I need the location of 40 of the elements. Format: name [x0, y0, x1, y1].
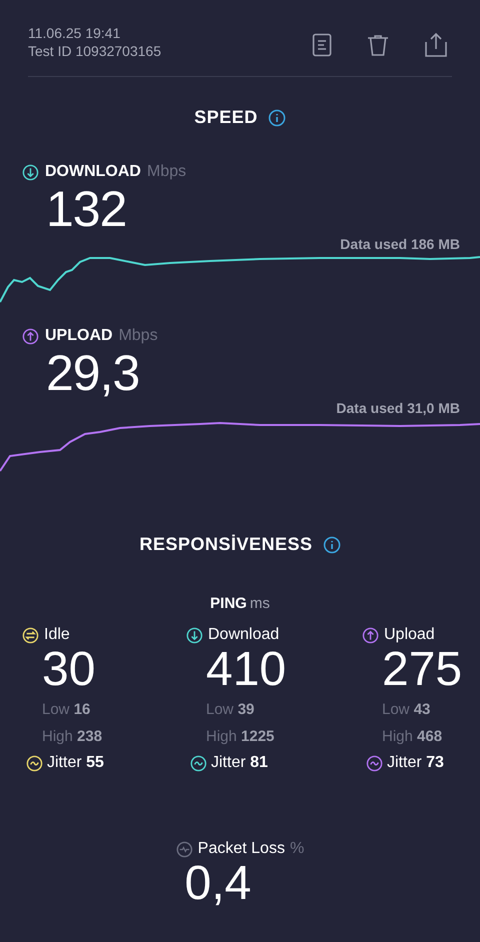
high-value: High 238: [41, 727, 102, 747]
jitter-value: Jitter 55: [47, 754, 104, 772]
speed-value: 29,3: [45, 346, 140, 400]
ping-label: Idle: [44, 626, 70, 644]
high-value: High 1225: [205, 727, 274, 747]
section-title: SPEED: [194, 107, 258, 128]
trash-icon[interactable]: [366, 32, 390, 56]
speed-value: 132: [45, 182, 128, 236]
measure-unit: Mbps: [146, 163, 186, 181]
ping-title: PING: [210, 595, 247, 612]
measure-label: UPLOAD: [45, 327, 113, 345]
high-value: High 468: [381, 727, 442, 747]
jitter-value: Jitter 81: [211, 754, 268, 772]
ping-value: 410: [205, 644, 286, 696]
low-value: Low 43: [381, 700, 430, 720]
packet-loss-label: Packet Loss: [198, 840, 285, 858]
ping-label: Download: [208, 626, 280, 644]
ping-unit: ms: [250, 595, 270, 612]
measure-label: DOWNLOAD: [45, 163, 141, 181]
measure-unit: Mbps: [118, 327, 158, 345]
download-icon: [22, 164, 39, 180]
ping-value: 30: [41, 644, 96, 696]
ping-label: Upload: [384, 626, 435, 644]
data-used: Data used 186 MB: [340, 236, 461, 252]
test-date: 11.06.25 19:41: [28, 25, 122, 42]
info-icon[interactable]: [322, 536, 341, 554]
info-icon[interactable]: [268, 108, 286, 126]
test-id: Test ID 10932703165: [28, 43, 162, 60]
low-value: Low 16: [41, 700, 90, 720]
jitter-value: Jitter 73: [387, 754, 444, 772]
data-used: Data used 31,0 MB: [336, 400, 461, 416]
upload-icon: [22, 328, 39, 344]
packet-loss-value: 0,4: [184, 858, 252, 910]
section-title: RESPONSİVENESS: [139, 534, 313, 555]
low-value: Low 39: [205, 700, 254, 720]
pulse-icon: [176, 840, 193, 858]
ping-value: 275: [381, 644, 462, 696]
document-icon[interactable]: [312, 32, 332, 56]
share-icon[interactable]: [424, 32, 448, 58]
packet-loss-unit: %: [290, 840, 304, 858]
